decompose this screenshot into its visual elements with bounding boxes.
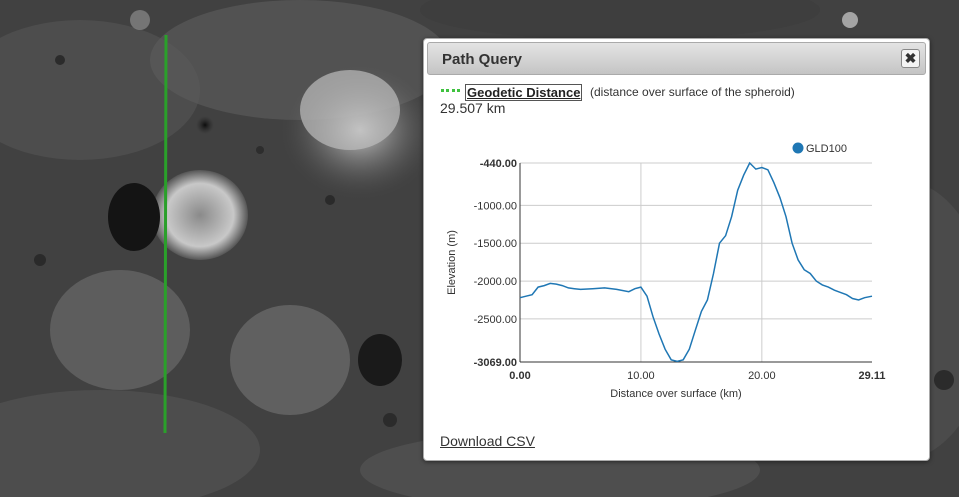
panel-title: Path Query: [442, 51, 523, 68]
close-button[interactable]: ✖: [901, 49, 920, 68]
download-csv-link[interactable]: Download CSV: [440, 433, 535, 449]
y-tick-label: -3069.00: [474, 357, 517, 369]
series-line-gld100: [519, 161, 873, 363]
x-tick-label: 0.00: [509, 370, 530, 382]
elevation-chart: -440.00 -1000.00 -1500.00 -2000.00 -2500.00 -…: [434, 131, 904, 416]
panel-header[interactable]: Path Query ✖: [427, 42, 926, 75]
geodetic-line-swatch: [441, 89, 460, 92]
close-icon: ✖: [904, 50, 917, 66]
x-tick-label: 29.11: [859, 370, 886, 382]
y-tick-label: -440.00: [480, 158, 517, 170]
legend-label-gld100: GLD100: [806, 143, 847, 155]
geodetic-description: (distance over surface of the spheroid): [590, 85, 795, 99]
distance-value: 29.507 km: [440, 100, 506, 116]
query-path-line[interactable]: [163, 34, 168, 434]
y-axis-label: Elevation (m): [446, 230, 458, 295]
y-tick-label: -1000.00: [474, 200, 517, 212]
x-tick-label: 20.00: [748, 370, 776, 382]
x-axis-label: Distance over surface (km): [610, 388, 741, 400]
elevation-chart-svg: -440.00 -1000.00 -1500.00 -2000.00 -2500.00 -…: [446, 142, 886, 400]
y-tick-label: -2000.00: [474, 276, 517, 288]
y-tick-label: -2500.00: [474, 314, 517, 326]
path-query-panel: Path Query ✖ Geodetic Distance (distance…: [423, 38, 930, 461]
legend-marker-gld100: [792, 142, 804, 154]
y-tick-label: -1500.00: [474, 238, 517, 250]
x-tick-label: 10.00: [627, 370, 655, 382]
geodetic-distance-link[interactable]: Geodetic Distance: [465, 84, 583, 101]
